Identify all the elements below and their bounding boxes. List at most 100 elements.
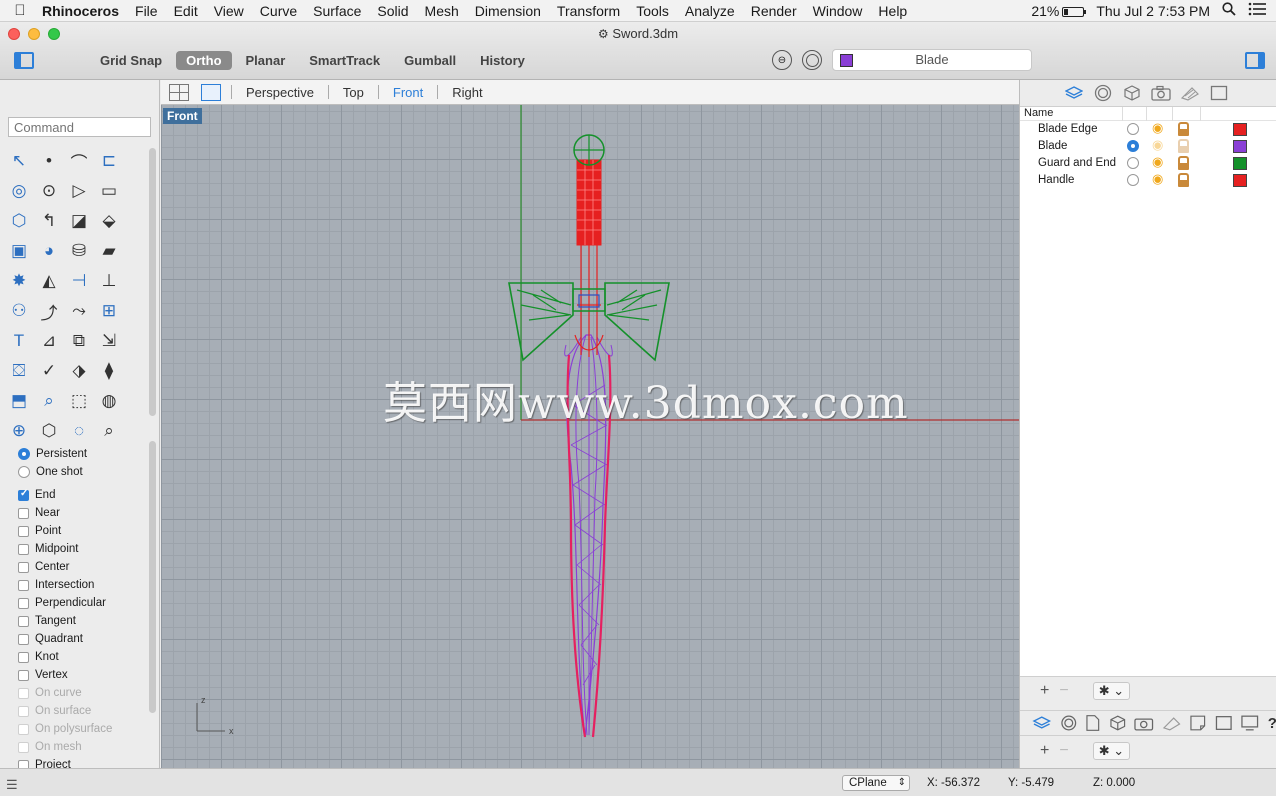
block-icon[interactable]: ⧉ [64,326,94,356]
osnap-target-icon[interactable] [802,50,822,70]
radio-button[interactable] [18,466,30,478]
checkbox[interactable] [18,579,29,591]
tab-right[interactable]: Right [448,85,486,100]
osnap-vertex[interactable]: Vertex [18,666,146,684]
checkbox[interactable] [18,543,29,555]
osnap-knot[interactable]: Knot [18,648,146,666]
options-gear-icon[interactable]: ✱ ⌄ [1092,742,1131,760]
select-arrow-icon[interactable]: ↖ [4,146,34,176]
display-modes-tab-icon[interactable] [1162,715,1182,731]
split-icon[interactable]: ⊥ [94,266,124,296]
clock[interactable]: Thu Jul 2 7:53 PM [1096,3,1210,19]
named-views-tab-icon[interactable] [1134,715,1154,731]
light-icon[interactable]: ◍ [94,386,124,416]
mode-grid-snap-button[interactable]: Grid Snap [90,51,172,70]
point-icon[interactable]: • [34,146,64,176]
front-viewport[interactable]: z x Front 莫西网www.3dmox.com [161,105,1019,768]
zoom-icon[interactable]: ⊕ [4,416,34,446]
polyline-icon[interactable]: ⌒ [64,146,94,176]
lock-icon[interactable] [1178,156,1189,170]
materials-tab-icon[interactable] [1060,714,1078,732]
extrude-icon[interactable]: ⬒ [4,386,34,416]
menu-dimension[interactable]: Dimension [467,3,549,19]
box-solid-icon[interactable]: ▣ [4,236,34,266]
remove-button[interactable]: − [1059,742,1068,760]
fillet-curve-icon[interactable]: ↰ [34,206,64,236]
group-icon[interactable]: ⚇ [4,296,34,326]
osnap-intersection[interactable]: Intersection [18,576,146,594]
material-icon[interactable]: ⊖ [772,50,792,70]
array-icon[interactable]: ⊞ [94,296,124,326]
osnap-end[interactable]: End [18,486,146,504]
add-layer-button[interactable]: + [1040,682,1049,700]
search-icon[interactable]: ⌕ [94,416,124,446]
layer-name[interactable]: Blade [1038,140,1067,152]
status-menu-icon[interactable]: ☰ [6,777,18,793]
zoom-extents-icon[interactable]: ◌ [64,416,94,446]
layer-row-guard-and-end[interactable]: Guard and End ◉ [1020,155,1276,172]
curve-edit-icon[interactable]: ⤳ [64,296,94,326]
visibility-bulb-icon[interactable]: ◉ [1152,155,1163,170]
osnap-center[interactable]: Center [18,558,146,576]
tab-front[interactable]: Front [389,85,427,100]
osnap-mode-persistent[interactable]: Persistent [18,445,146,463]
polygon-solid-icon[interactable]: ⬡ [4,206,34,236]
checkbox[interactable] [18,561,29,573]
command-input[interactable] [8,117,151,137]
set-current-layer-radio[interactable] [1127,157,1139,169]
set-current-layer-radio[interactable] [1127,140,1139,152]
layer-row-blade[interactable]: Blade ◉ [1020,138,1276,155]
osnap-midpoint[interactable]: Midpoint [18,540,146,558]
menu-edit[interactable]: Edit [166,3,206,19]
object-properties-tab-icon[interactable] [1122,83,1142,103]
checkbox[interactable] [18,525,29,537]
visibility-bulb-icon[interactable]: ◉ [1152,172,1163,187]
layer-options-gear-icon[interactable]: ✱ ⌄ [1092,682,1131,700]
visibility-bulb-icon[interactable]: ◉ [1152,121,1163,136]
connect-icon[interactable]: ⤴ [34,296,64,326]
sphere-group-icon[interactable]: ◕ [34,236,64,266]
handle-layer-geometry[interactable] [574,159,604,357]
mode-history-button[interactable]: History [470,51,535,70]
panel-frame-tab-icon[interactable] [1209,83,1229,103]
menu-app-name[interactable]: Rhinoceros [40,3,127,19]
tab-top[interactable]: Top [339,85,368,100]
radio-button[interactable] [18,448,30,460]
layer-color-swatch[interactable] [1233,140,1247,153]
layers-tab-icon[interactable] [1032,714,1052,732]
document-tab-icon[interactable] [1085,714,1101,732]
ellipse-icon[interactable]: ⊙ [34,176,64,206]
spotlight-search-icon[interactable] [1222,2,1236,19]
tab-perspective[interactable]: Perspective [242,85,318,100]
menu-view[interactable]: View [206,3,252,19]
text-icon[interactable]: T [4,326,34,356]
menu-transform[interactable]: Transform [549,3,628,19]
menu-help[interactable]: Help [870,3,915,19]
osnap-quadrant[interactable]: Quadrant [18,630,146,648]
menu-surface[interactable]: Surface [305,3,369,19]
checkbox[interactable] [18,633,29,645]
menu-mesh[interactable]: Mesh [417,3,467,19]
mesh-surface-icon[interactable]: ▰ [94,236,124,266]
mode-planar-button[interactable]: Planar [236,51,296,70]
transform-icon[interactable]: ⇲ [94,326,124,356]
checkbox[interactable] [18,615,29,627]
menu-solid[interactable]: Solid [369,3,416,19]
osnap-mode-one-shot[interactable]: One shot [18,463,146,481]
curve-icon[interactable]: ⊏ [94,146,124,176]
extend-icon[interactable]: ⊣ [64,266,94,296]
display-tab-icon[interactable] [1240,714,1260,732]
osnap-near[interactable]: Near [18,504,146,522]
loft-icon[interactable]: ⬙ [94,206,124,236]
lock-icon[interactable] [1178,139,1189,153]
toggle-left-sidebar-icon[interactable] [14,52,34,69]
menu-tools[interactable]: Tools [628,3,677,19]
object-properties-tab-icon[interactable] [1109,714,1127,732]
layer-color-swatch[interactable] [1233,123,1247,136]
four-viewports-icon[interactable] [169,83,189,101]
menu-window[interactable]: Window [805,3,871,19]
help-icon[interactable]: ? [1268,715,1276,732]
layer-color-swatch[interactable] [1233,174,1247,187]
lock-icon[interactable] [1178,122,1189,136]
toggle-right-sidebar-icon[interactable] [1245,52,1265,69]
